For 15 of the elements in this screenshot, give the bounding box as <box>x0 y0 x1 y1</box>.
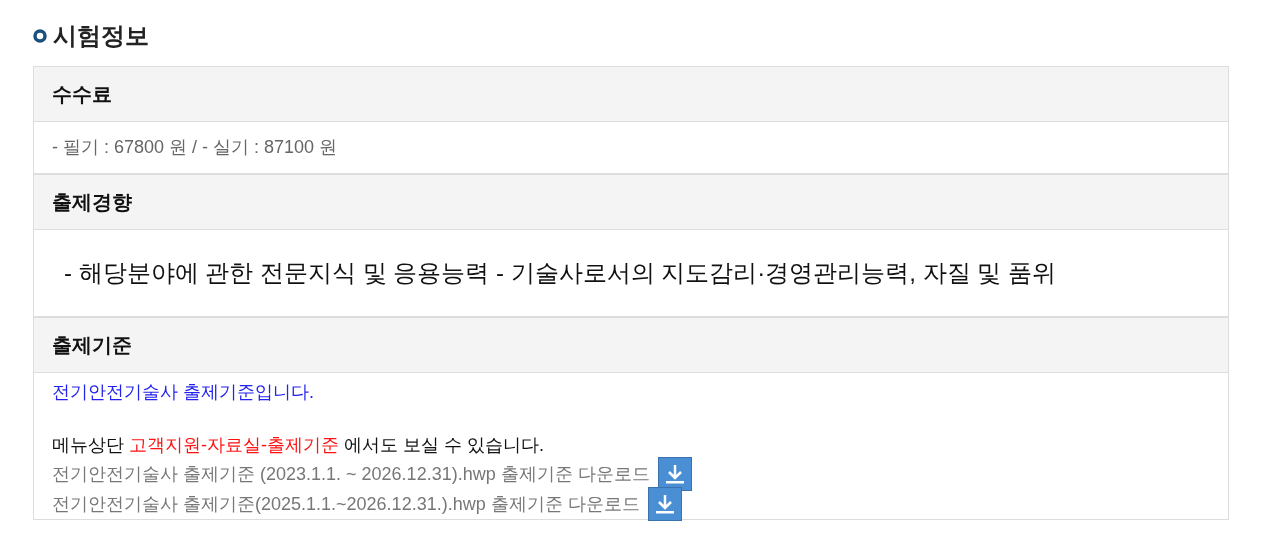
fee-text: - 필기 : 67800 원 / - 실기 : 87100 원 <box>52 136 339 159</box>
section-heading: 출제기준 <box>52 333 132 358</box>
download-icon <box>664 463 685 485</box>
download-button[interactable] <box>647 487 682 521</box>
section-heading: 수수료 <box>52 82 112 107</box>
download-text: 전기안전기술사 출제기준(2025.1.1.~2026.12.31.).hwp 출제기준 다운로드 <box>52 492 640 516</box>
menu-note-text: 메뉴상단 고객지원-자료실-출제기준 에서도 보실 수 있습니다. <box>52 434 546 457</box>
download-text: 전기안전기술사 출제기준 (2023.1.1. ~ 2026.12.31).hwp 출제기준 다운로드 <box>52 462 650 486</box>
page-title: 시험정보 <box>53 21 149 51</box>
section-heading: 출제경향 <box>52 190 132 215</box>
download-icon <box>654 493 675 515</box>
trend-text: - 해당분야에 관한 전문지식 및 응용능력 - 기술사로서의 지도감리·경영관리능력, 자질 및 품위 <box>64 258 1057 288</box>
download-button[interactable] <box>657 457 692 491</box>
bullet-icon <box>33 29 47 43</box>
intro-text: 전기안전기술사 출제기준입니다. <box>52 381 315 404</box>
